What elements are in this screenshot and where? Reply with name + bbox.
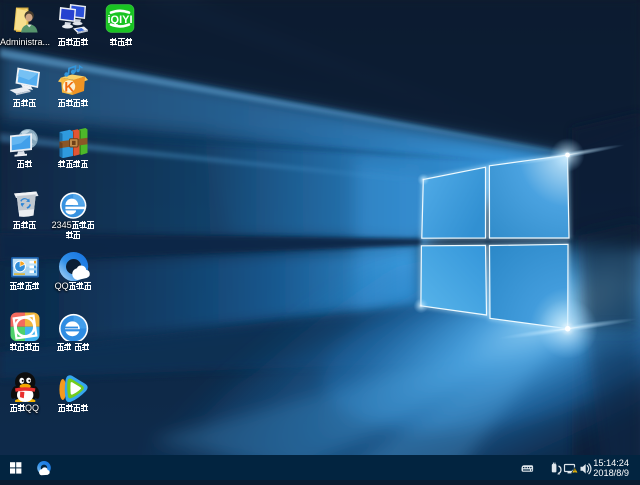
svg-text:K: K bbox=[64, 80, 74, 95]
svg-text:iQIYI: iQIYI bbox=[107, 14, 132, 26]
